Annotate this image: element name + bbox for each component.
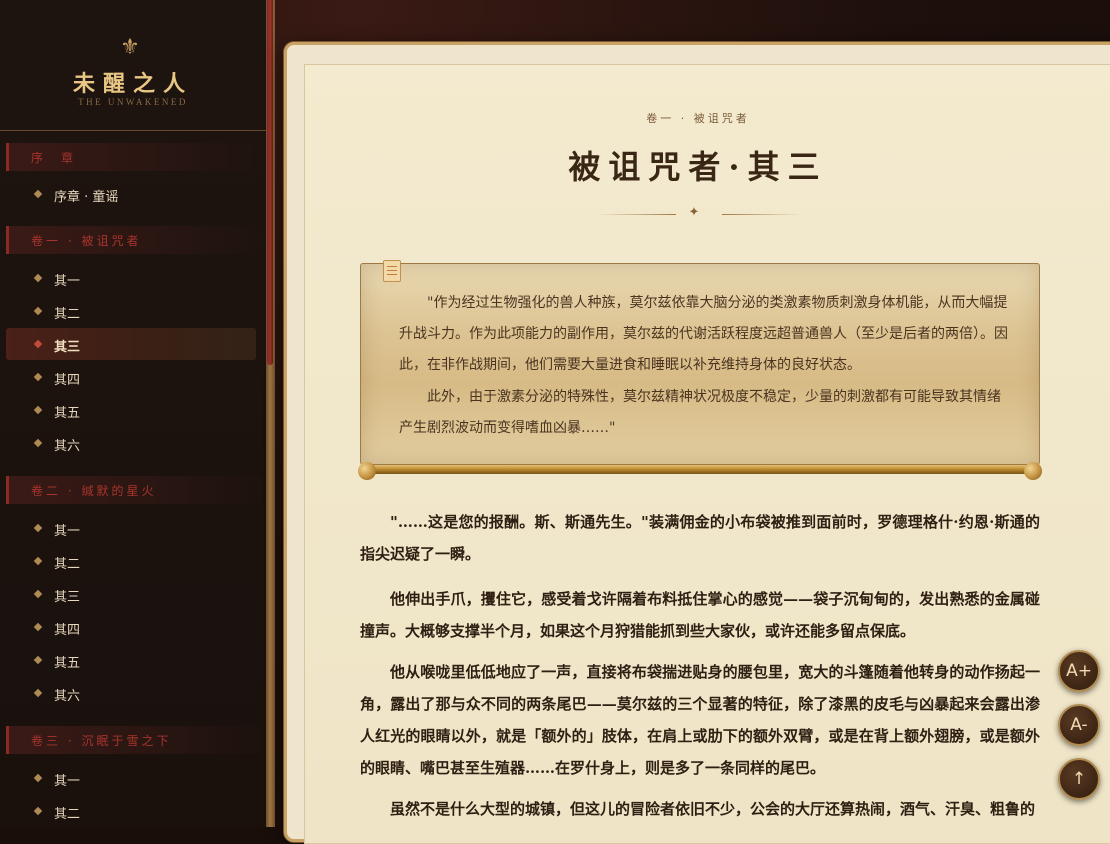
chapter-label: 其三 [54,340,81,355]
body-paragraph: 他从喉咙里低低地应了一声，直接将布袋揣进贴身的腰包里，宽大的斗篷随着他转身的动作… [360,663,1040,777]
diamond-icon [33,688,43,698]
chapter-item[interactable]: 其一 [6,512,256,544]
chapter-item[interactable]: 其五 [6,394,256,426]
font-decrease-button[interactable]: A- [1058,704,1100,746]
chapter-label: 其一 [54,524,81,539]
volume-label: 序 章 [31,151,77,165]
ornament-line [596,214,676,215]
chapter-label: 其二 [54,307,81,322]
quote-scroll: "作为经过生物强化的兽人种族，莫尔兹依靠大脑分泌的类激素物质刺激身体机能，从而大… [360,263,1040,465]
ornament-line [722,214,802,215]
chapter-item[interactable]: 其六 [6,427,256,459]
diamond-icon [33,306,43,316]
chapter-item-active[interactable]: 其三 [6,328,256,360]
chapter-item[interactable]: 其二 [6,795,256,827]
diamond-icon [33,622,43,632]
chapter-label: 其四 [54,373,81,388]
chapter-label: 其二 [54,557,81,572]
diamond-icon [33,189,43,199]
diamond-icon [33,773,43,783]
chapter-label: 其五 [54,406,81,421]
back-to-top-button[interactable]: ↑ [1058,758,1100,800]
diamond-icon [33,556,43,566]
chapter-label: 序章 · 童谣 [54,190,119,205]
chapter-label: 其六 [54,689,81,704]
chapter-label: 其一 [54,274,81,289]
brand-title: 未醒之人 [72,71,193,97]
sidebar: ⚜ 未醒之人 THE UNWAKENED 序 章 序章 · 童谣 卷一 · 被诅… [0,0,266,827]
chapter-label: 其五 [54,656,81,671]
volume-header-3[interactable]: 卷三 · 沉眠于雪之下 [6,726,266,754]
chapter-label: 其四 [54,623,81,638]
diamond-icon [33,438,43,448]
font-increase-button[interactable]: A+ [1058,650,1100,692]
quote-paragraph: 此外，由于激素分泌的特殊性，莫尔兹精神状况极度不稳定，少量的刺激都有可能导致其情… [399,389,1001,436]
chapter-item[interactable]: 其三 [6,578,256,610]
brand-subtitle: THE UNWAKENED [78,97,188,107]
diamond-icon [33,372,43,382]
scroll-rod [362,465,1034,474]
diamond-icon [33,655,43,665]
chapter-item[interactable]: 其四 [6,361,256,393]
diamond-icon [33,806,43,816]
chapter-item[interactable]: 其一 [6,262,256,294]
chapter-label: 其二 [54,807,81,822]
volume-label: 卷三 · 沉眠于雪之下 [31,734,172,748]
sidebar-scrollbar[interactable] [267,0,273,365]
diamond-icon [33,339,43,349]
chapter-label: 其六 [54,439,81,454]
brand[interactable]: ⚜ 未醒之人 THE UNWAKENED [0,0,266,130]
chapter-label: 其三 [54,590,81,605]
diamond-icon [33,405,43,415]
chapter-label: 其一 [54,774,81,789]
scroll-rod-knob [1024,462,1042,480]
fleur-de-lis-icon: ⚜ [120,35,140,60]
breadcrumb: 卷一 · 被诅咒者 [646,112,750,125]
volume-header-1[interactable]: 卷一 · 被诅咒者 [6,226,266,254]
chapter-item[interactable]: 其二 [6,545,256,577]
scroll-document-icon [383,260,401,282]
volume-header-2[interactable]: 卷二 · 缄默的星火 [6,476,266,504]
divider [0,130,266,131]
diamond-icon [33,589,43,599]
chapter-item[interactable]: 序章 · 童谣 [6,178,256,210]
chapter-item[interactable]: 其六 [6,677,256,709]
body-paragraph: "……这是您的报酬。斯、斯通先生。"装满佣金的小布袋被推到面前时，罗德理格什·约… [360,513,1040,563]
diamond-icon [33,523,43,533]
quote-paragraph: "作为经过生物强化的兽人种族，莫尔兹依靠大脑分泌的类激素物质刺激身体机能，从而大… [399,295,1008,373]
chapter-item[interactable]: 其五 [6,644,256,676]
volume-header-prologue[interactable]: 序 章 [6,143,266,171]
scroll-rod-knob [358,462,376,480]
chapter-item[interactable]: 其二 [6,295,256,327]
chapter-title: 被诅咒者·其三 [568,148,828,186]
volume-label: 卷二 · 缄默的星火 [31,484,157,498]
diamond-icon [33,273,43,283]
body-paragraph: 虽然不是什么大型的城镇，但这儿的冒险者依旧不少，公会的大厅还算热闹，酒气、汗臭、… [390,800,1036,818]
body-paragraph: 他伸出手爪，攫住它，感受着戈许隔着布料抵住掌心的感觉——袋子沉甸甸的，发出熟悉的… [360,590,1040,640]
chapter-item[interactable]: 其四 [6,611,256,643]
star-ornament-icon: ✦ [688,205,700,220]
chapter-item[interactable]: 其一 [6,762,256,794]
volume-label: 卷一 · 被诅咒者 [31,234,142,248]
